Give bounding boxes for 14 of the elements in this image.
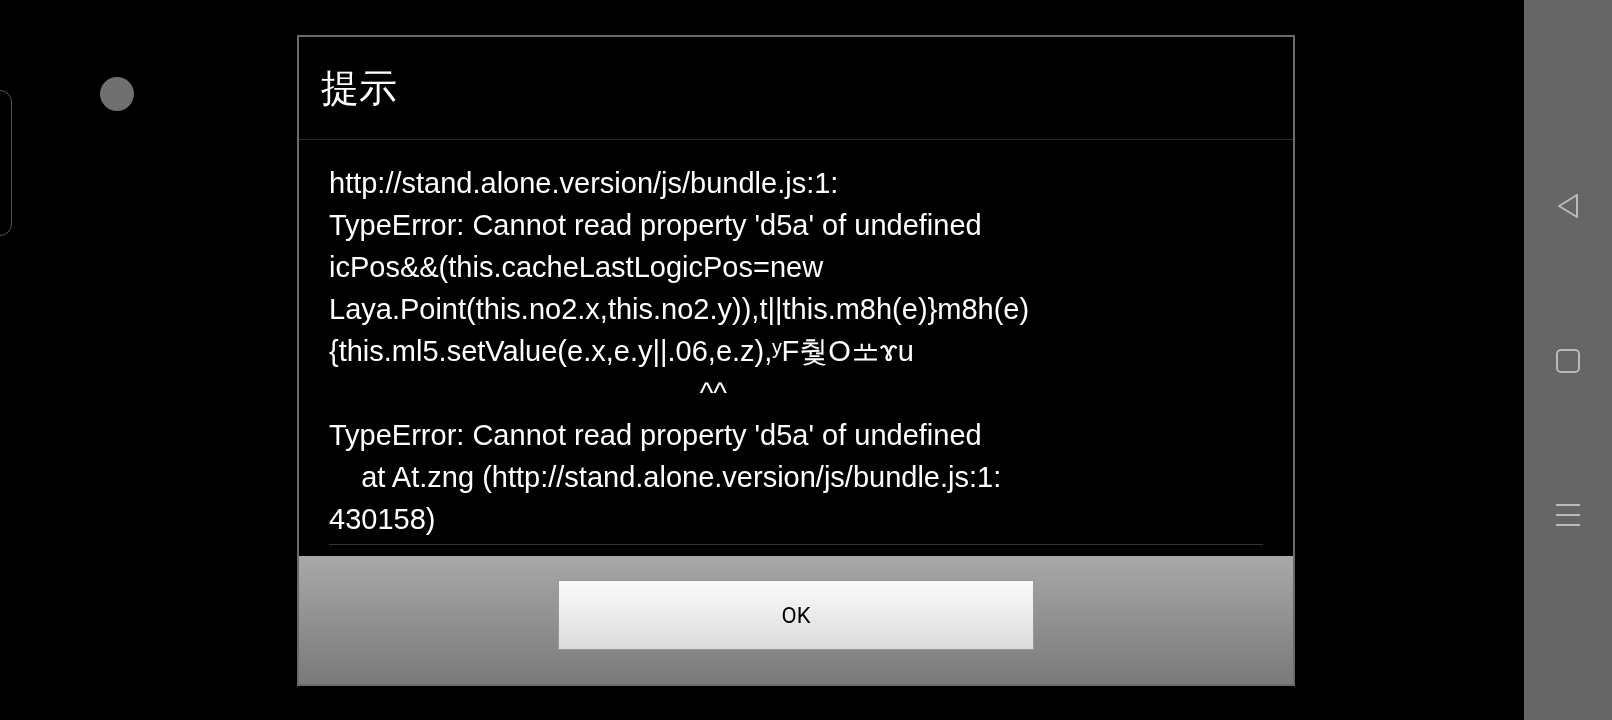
error-text: 430158): [329, 502, 437, 537]
menu-icon[interactable]: [1555, 503, 1581, 527]
error-text: at At.zng (http://stand.alone.version/js/bundle.js:1:: [360, 460, 1003, 495]
error-text: http://stand.alone.version/js/bundle.js:1:: [329, 166, 840, 201]
error-text: TypeError: Cannot read property 'd5a' of undefined: [329, 208, 983, 243]
home-icon[interactable]: [1556, 349, 1580, 373]
error-text: ^^: [698, 376, 728, 411]
error-text: Laya.Point(this.no2.x,this.no2.y)),t||this.m8h(e)}m8h(e): [329, 292, 1031, 327]
error-text: icPos&&(this.cacheLastLogicPos=new: [329, 250, 825, 285]
error-text: {this.ml5.setValue(e.x,e.y||.06,e.z),ʸF췇Oᆇɤu: [329, 334, 915, 369]
error-text: TypeError: Cannot read property 'd5a' of undefined: [329, 418, 983, 453]
ok-button[interactable]: OK: [558, 580, 1034, 650]
back-icon[interactable]: [1556, 193, 1580, 219]
dialog-title: 提示: [321, 64, 397, 112]
